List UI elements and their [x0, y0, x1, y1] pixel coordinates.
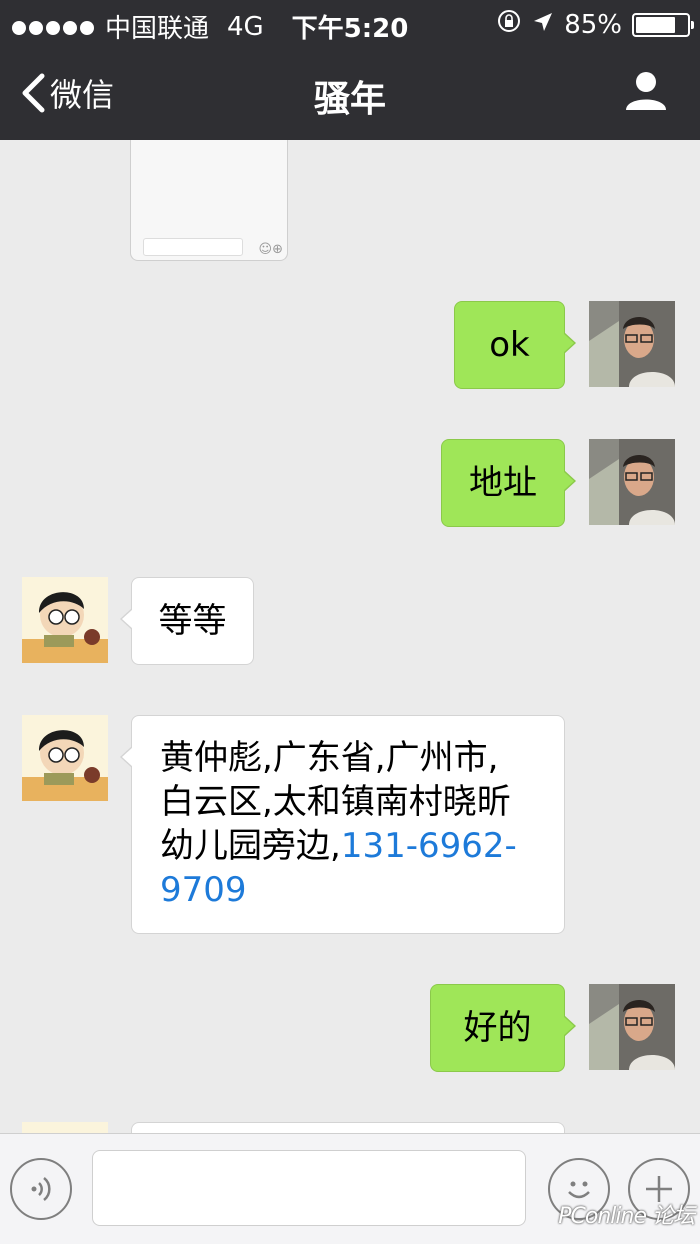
cartoon-avatar-icon — [22, 715, 108, 801]
person-photo-icon — [589, 301, 675, 387]
contact-avatar[interactable] — [22, 715, 108, 801]
chat-area[interactable]: ☺⊕ ok 地址 等等 黄仲彪,广东省,广州市, 白云区,太和镇南村晓昕 幼儿园… — [0, 140, 700, 1133]
voice-button[interactable] — [10, 1158, 72, 1220]
mini-input-preview — [143, 238, 243, 256]
phone-link[interactable]: 9709 — [160, 870, 247, 910]
my-avatar[interactable] — [589, 439, 675, 525]
my-message-bubble[interactable]: 好的 — [430, 984, 576, 1072]
message-input[interactable] — [92, 1150, 526, 1226]
address-line: 黄仲彪,广东省,广州市, — [160, 738, 499, 778]
person-icon — [626, 72, 666, 110]
my-message-bubble[interactable]: ok — [454, 301, 576, 389]
contact-message-bubble[interactable]: 黄仲彪,广东省,广州市, 白云区,太和镇南村晓昕 幼儿园旁边,131-6962-… — [120, 715, 565, 934]
profile-button[interactable] — [624, 68, 668, 116]
cartoon-avatar-icon — [22, 1122, 108, 1133]
address-line: 白云区,太和镇南村晓昕 — [160, 782, 511, 822]
person-photo-icon — [589, 439, 675, 525]
mini-emoji-plus-icon: ☺⊕ — [258, 242, 283, 257]
status-bar: 中国联通 4G 下午5:20 85% — [0, 0, 700, 46]
battery-percent: 85% — [564, 9, 622, 40]
message-text: ok — [489, 325, 530, 365]
person-photo-icon — [589, 984, 675, 1070]
rotation-lock-icon — [496, 8, 522, 41]
my-message-bubble[interactable]: 地址 — [441, 439, 576, 527]
chat-title: 骚年 — [313, 79, 386, 120]
battery-icon — [632, 12, 694, 37]
contact-avatar[interactable] — [22, 577, 108, 663]
input-bar: PConline 论坛 — [0, 1133, 700, 1244]
contact-message-bubble[interactable] — [131, 1122, 565, 1133]
voice-icon — [31, 1177, 51, 1201]
previous-message-card[interactable]: ☺⊕ — [130, 140, 288, 261]
phone-link[interactable]: 131-6962- — [341, 826, 517, 866]
message-text: 好的 — [463, 1008, 532, 1048]
cartoon-avatar-icon — [22, 577, 108, 663]
contact-message-bubble[interactable]: 等等 — [120, 577, 254, 665]
contact-avatar[interactable] — [22, 1122, 108, 1133]
message-text: 地址 — [469, 463, 537, 503]
address-line: 幼儿园旁边, — [160, 826, 341, 866]
my-avatar[interactable] — [589, 984, 675, 1070]
location-arrow-icon — [532, 10, 554, 40]
watermark: PConline 论坛 — [558, 1204, 695, 1229]
message-text: 等等 — [158, 601, 227, 641]
my-avatar[interactable] — [589, 301, 675, 387]
nav-bar: 微信 骚年 — [0, 46, 700, 140]
